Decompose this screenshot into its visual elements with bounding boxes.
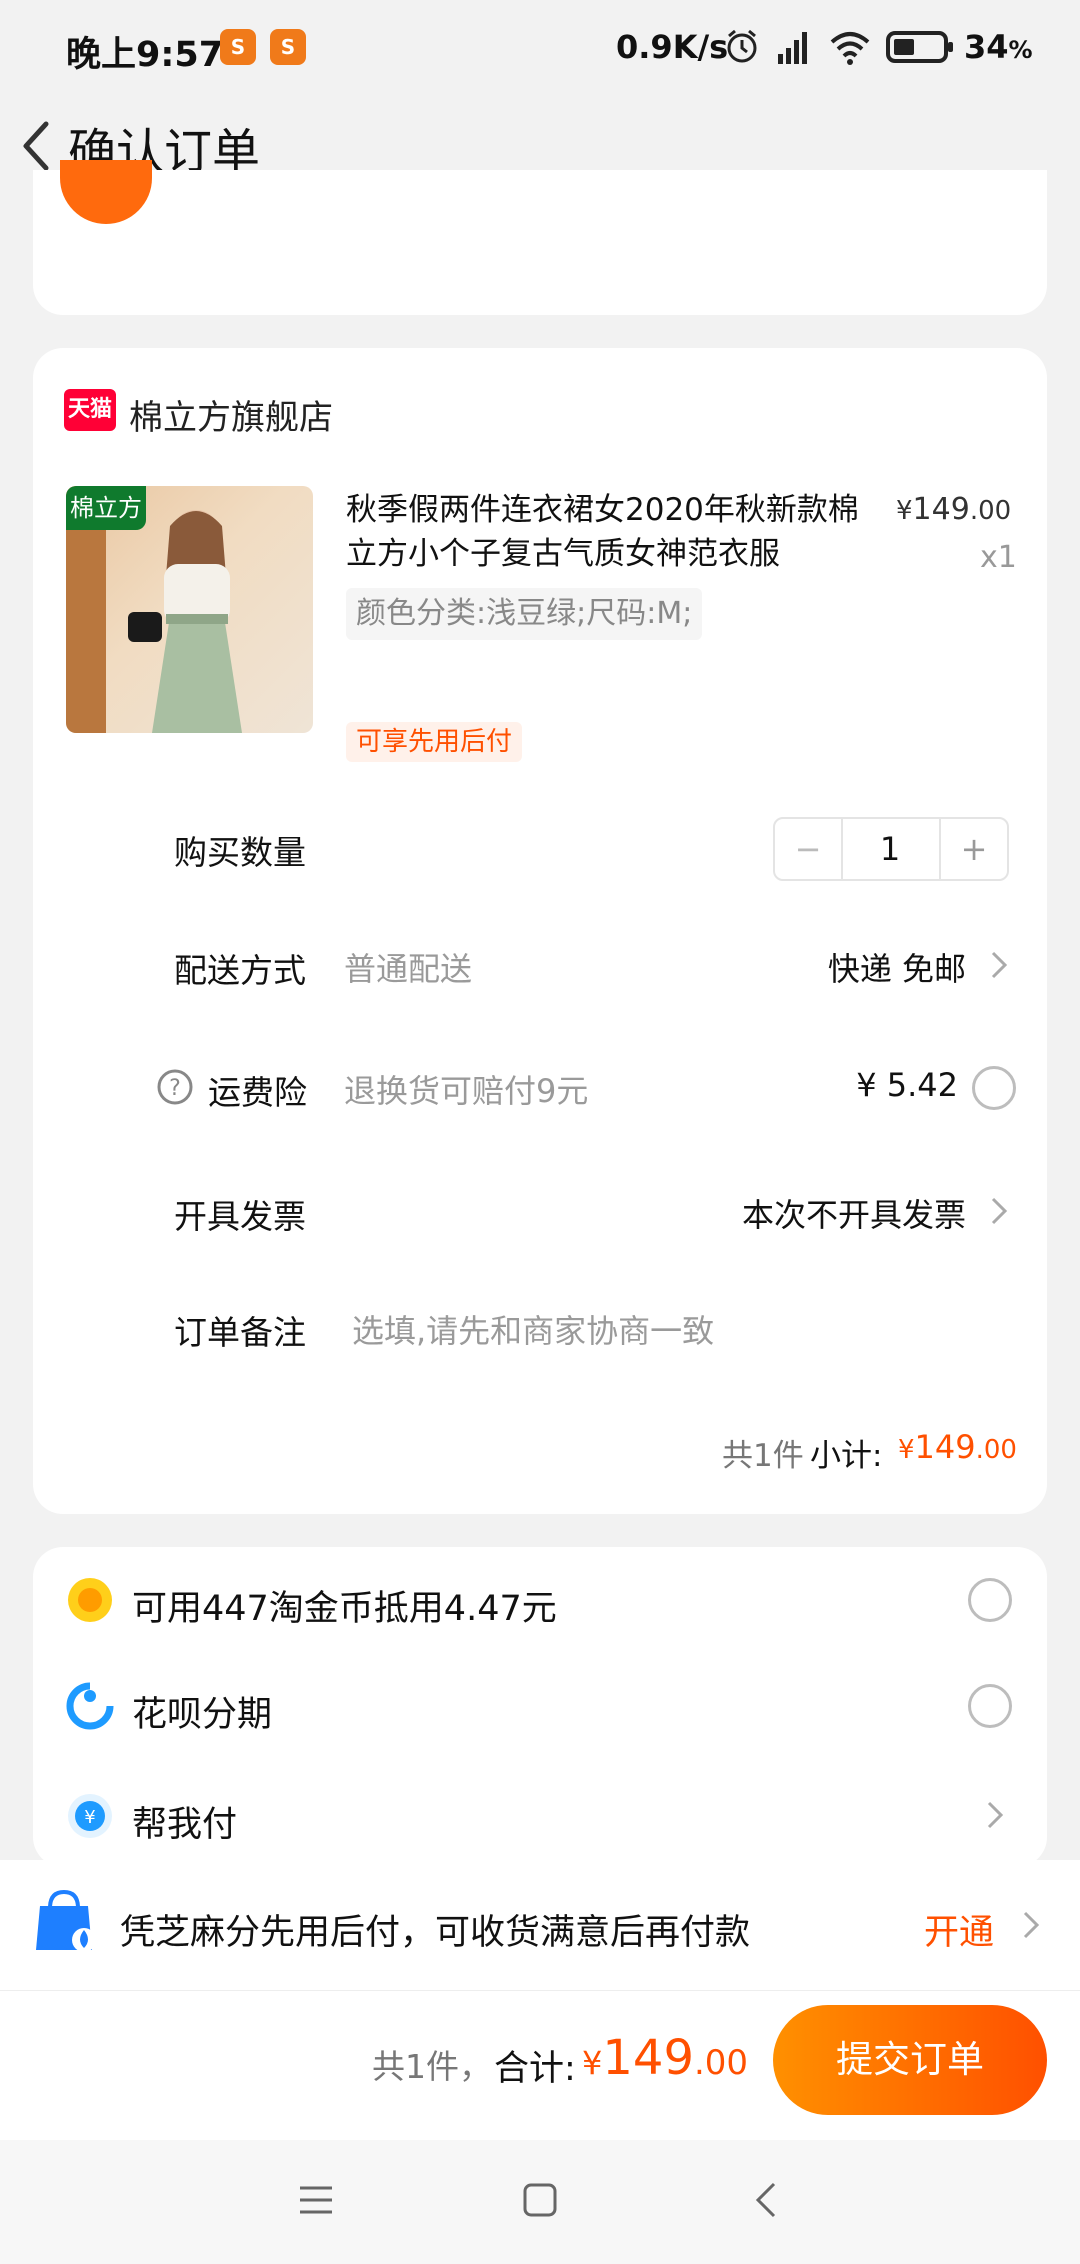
product-title[interactable]: 秋季假两件连衣裙女2020年秋新款棉立方小个子复古气质女神范衣服 [346,488,866,576]
status-time: 晚上9:57 [66,35,224,75]
order-note-input[interactable]: 选填,请先和商家协商一致 [352,1306,992,1352]
increment-button[interactable]: + [939,819,1007,879]
huabei-option[interactable]: 花呗分期 [132,1686,272,1737]
chevron-right-icon[interactable] [986,1800,1004,1830]
alarm-icon [727,29,757,63]
coin-icon [68,1578,112,1622]
total-amount: ¥149.00 [582,2030,749,2086]
delivery-type: 普通配送 [344,950,473,988]
product-quantity: x1 [980,540,1017,575]
help-icon[interactable]: ? [156,1068,194,1106]
svg-text:?: ? [169,1076,181,1101]
buy-quantity-label: 购买数量 [174,833,306,872]
decrement-button[interactable]: − [775,819,843,879]
pay-later-text: 凭芝麻分先用后付，可收货满意后再付款 [120,1913,751,1953]
chevron-right-icon[interactable] [990,1196,1008,1226]
brand-badge: 棉立方 [66,486,146,530]
address-card[interactable] [33,170,1047,315]
insurance-price: ¥ 5.42 [856,1066,958,1104]
total-count: 共1件， [372,2047,492,2086]
back-arrow-icon[interactable] [14,116,58,176]
insurance-label: 运费险 [208,1073,307,1112]
subtotal-count: 共1件 [722,1438,804,1474]
app-notification-icon: S [220,29,256,65]
network-speed: 0.9K/s [616,28,729,66]
app-notification-icon: S [270,29,306,65]
quantity-input[interactable]: 1 [843,819,937,879]
taojinbi-radio[interactable] [968,1578,1012,1622]
svg-text:¥: ¥ [84,1807,95,1828]
wifi-icon [830,32,870,65]
signal-icon [778,32,807,64]
shopping-bag-icon [36,1889,96,1952]
product-price: ¥149.00 [896,492,1012,527]
help-pay-option[interactable]: 帮我付 [132,1796,237,1847]
chevron-right-icon[interactable] [1022,1910,1040,1940]
delivery-label: 配送方式 [174,951,306,990]
battery-level: 34% [964,28,1033,66]
product-sku[interactable]: 颜色分类:浅豆绿;尺码:M; [346,588,703,640]
huabei-icon [66,1682,114,1730]
activate-button[interactable]: 开通 [924,1904,994,1955]
delivery-value[interactable]: 快递 免邮 [700,944,966,990]
taojinbi-option[interactable]: 可用447淘金币抵用4.47元 [132,1580,557,1631]
shop-name[interactable]: 棉立方旗舰店 [129,390,333,439]
product-image[interactable]: 棉立方 [66,486,313,733]
insurance-radio[interactable] [972,1066,1016,1110]
subtotal-label: 小计: [810,1438,883,1474]
total-label: 合计: [494,2049,576,2089]
submit-order-button[interactable]: 提交订单 [773,2005,1047,2115]
quantity-stepper: − 1 + [773,817,1009,881]
battery-icon [886,31,953,63]
invoice-value[interactable]: 本次不开具发票 [660,1190,966,1236]
invoice-label: 开具发票 [174,1197,306,1236]
huabei-radio[interactable] [968,1684,1012,1728]
pay-later-tag: 可享先用后付 [346,722,523,762]
order-note-label: 订单备注 [174,1313,306,1352]
menu-icon[interactable] [298,2182,334,2218]
insurance-description: 退换货可赔付9元 [344,1072,589,1110]
home-icon[interactable] [522,2182,558,2218]
help-pay-icon: ¥ [68,1794,112,1838]
subtotal-amount: ¥149.00 [898,1428,1017,1466]
back-nav-icon[interactable] [752,2180,782,2220]
tmall-icon: 天猫 [64,389,116,431]
chevron-right-icon[interactable] [990,950,1008,980]
